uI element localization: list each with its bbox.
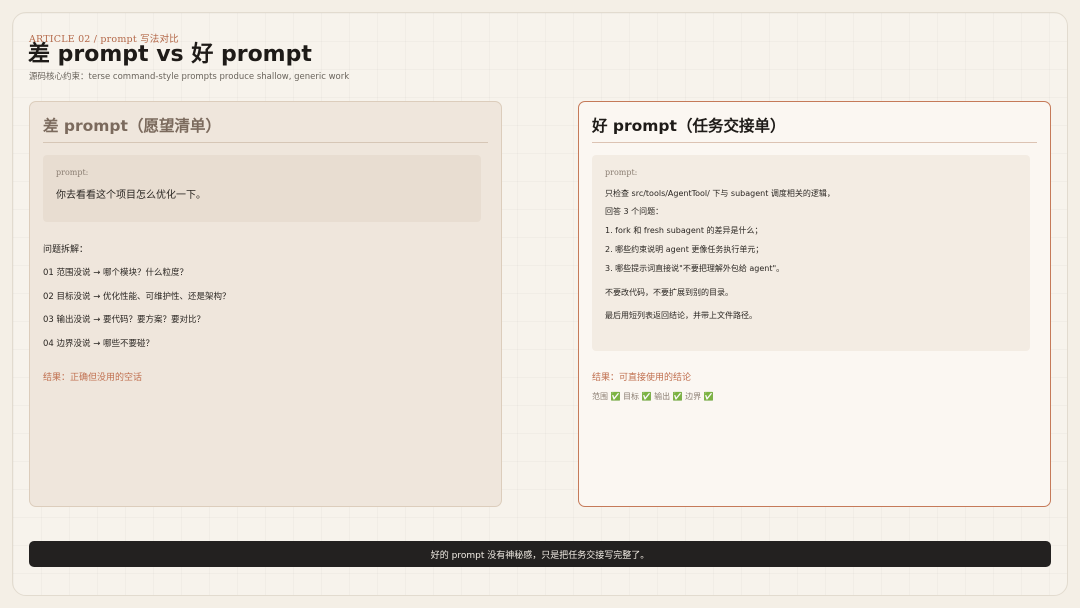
bad-result: 结果：正确但没用的空话	[43, 373, 143, 383]
issue-item-1: 01 范围没说 → 哪个模块？什么粒度？	[43, 268, 189, 278]
good-prompt-box: prompt: 只检查 src/tools/AgentTool/ 下与 suba…	[592, 155, 1030, 351]
bad-prompt-box: prompt: 你去看看这个项目怎么优化一下。	[43, 155, 481, 222]
prompt-line-2: 回答 3 个问题：	[605, 207, 664, 216]
bad-card-divider	[43, 142, 488, 143]
issue-item-3: 03 输出没说 → 要代码？要方案？要对比？	[43, 315, 206, 325]
footer-text: 好的 prompt 没有神秘感，只是把任务交接写完整了。	[430, 550, 650, 561]
bad-prompt-label: prompt:	[56, 168, 89, 177]
footer-banner: 好的 prompt 没有神秘感，只是把任务交接写完整了。	[29, 541, 1051, 567]
checklist-summary: 范围 ✅ 目标 ✅ 输出 ✅ 边界 ✅	[592, 392, 714, 401]
good-result: 结果：可直接使用的结论	[592, 373, 692, 383]
bad-card-title: 差 prompt（愿望清单）	[43, 117, 221, 135]
prompt-line-6: 不要改代码，不要扩展到别的目录。	[605, 288, 733, 297]
prompt-line-4: 2. 哪些约束说明 agent 更像任务执行单元；	[605, 245, 764, 254]
bad-prompt-card: 差 prompt（愿望清单） prompt: 你去看看这个项目怎么优化一下。 问…	[29, 101, 502, 507]
issue-item-4: 04 边界没说 → 哪些不要碰？	[43, 339, 155, 349]
good-card-title: 好 prompt（任务交接单）	[592, 117, 786, 135]
bad-prompt-text: 你去看看这个项目怎么优化一下。	[56, 190, 206, 201]
issues-heading: 问题拆解：	[43, 245, 89, 255]
issue-item-2: 02 目标没说 → 优化性能、可维护性、还是架构？	[43, 292, 231, 302]
page-title: 差 prompt vs 好 prompt	[28, 42, 312, 67]
prompt-line-3: 1. fork 和 fresh subagent 的差异是什么；	[605, 226, 763, 235]
prompt-line-5: 3. 哪些提示词直接说"不要把理解外包给 agent"。	[605, 264, 785, 273]
good-prompt-card: 好 prompt（任务交接单） prompt: 只检查 src/tools/Ag…	[578, 101, 1051, 507]
page-subtitle: 源码核心约束：terse command-style prompts produ…	[29, 72, 350, 82]
good-prompt-label: prompt:	[605, 168, 638, 177]
prompt-line-1: 只检查 src/tools/AgentTool/ 下与 subagent 调度相…	[605, 189, 835, 198]
prompt-line-7: 最后用短列表返回结论，并带上文件路径。	[605, 311, 757, 320]
good-card-divider	[592, 142, 1037, 143]
